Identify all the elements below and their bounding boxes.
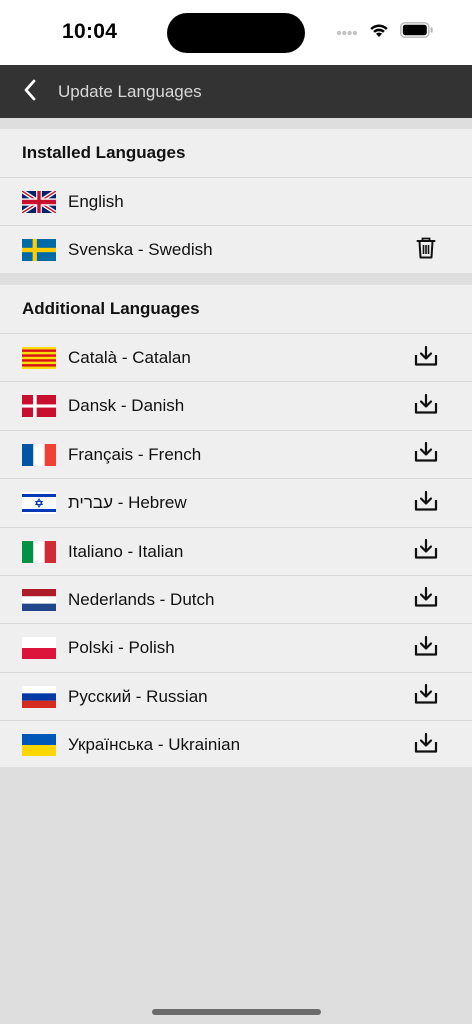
download-language-button[interactable] bbox=[412, 345, 440, 371]
status-icons bbox=[336, 21, 434, 43]
download-language-button[interactable] bbox=[412, 538, 440, 565]
language-label: עברית - Hebrew bbox=[68, 493, 187, 513]
sweden-flag-icon bbox=[22, 239, 56, 261]
trash-icon bbox=[416, 237, 436, 264]
language-label: Русский - Russian bbox=[68, 686, 208, 706]
download-language-button[interactable] bbox=[412, 684, 440, 710]
download-icon bbox=[414, 586, 438, 613]
cellular-signal-icon bbox=[336, 23, 358, 41]
language-label: Italiano - Italian bbox=[68, 541, 184, 561]
status-time: 10:04 bbox=[62, 20, 118, 43]
download-icon bbox=[414, 635, 438, 662]
language-row-polish[interactable]: Polski - Polish bbox=[0, 623, 472, 671]
language-label: Polski - Polish bbox=[68, 638, 175, 658]
catalonia-flag-icon bbox=[22, 347, 56, 369]
language-row-swedish[interactable]: Svenska - Swedish bbox=[0, 225, 472, 273]
download-icon bbox=[414, 683, 438, 710]
dynamic-island bbox=[167, 13, 305, 53]
italy-flag-icon bbox=[22, 540, 56, 563]
download-icon bbox=[414, 345, 438, 372]
navigation-bar: Update Languages bbox=[0, 65, 472, 118]
ukraine-flag-icon bbox=[22, 734, 56, 757]
download-language-button[interactable] bbox=[412, 393, 440, 419]
language-row-russian[interactable]: Русский - Russian bbox=[0, 671, 472, 720]
download-icon bbox=[414, 538, 438, 565]
language-label: Svenska - Swedish bbox=[68, 240, 213, 259]
language-row-english[interactable]: English bbox=[0, 177, 472, 225]
download-language-button[interactable] bbox=[412, 587, 440, 613]
delete-language-button[interactable] bbox=[412, 237, 440, 263]
chevron-left-icon bbox=[23, 79, 37, 106]
back-button[interactable] bbox=[16, 77, 44, 107]
download-icon bbox=[414, 490, 438, 517]
language-label: Français - French bbox=[68, 444, 202, 464]
download-icon bbox=[414, 441, 438, 468]
uk-flag-icon bbox=[22, 191, 56, 213]
installed-languages-section: Installed Languages English Svenska - Sw… bbox=[0, 129, 472, 273]
israel-flag-icon bbox=[22, 492, 56, 515]
section-header-additional: Additional Languages bbox=[22, 299, 200, 318]
status-bar: 10:04 bbox=[0, 0, 472, 65]
language-row-french[interactable]: Français - French bbox=[0, 429, 472, 478]
page-title: Update Languages bbox=[58, 82, 202, 101]
language-label: Nederlands - Dutch bbox=[68, 589, 215, 609]
download-icon bbox=[414, 393, 438, 420]
language-row-danish[interactable]: Dansk - Danish bbox=[0, 381, 472, 429]
language-row-dutch[interactable]: Nederlands - Dutch bbox=[0, 574, 472, 623]
wifi-icon bbox=[368, 22, 390, 43]
download-language-button[interactable] bbox=[412, 635, 440, 661]
language-row-italian[interactable]: Italiano - Italian bbox=[0, 526, 472, 575]
language-row-ukrainian[interactable]: Українська - Ukrainian bbox=[0, 720, 472, 768]
denmark-flag-icon bbox=[22, 395, 56, 418]
language-label: Dansk - Danish bbox=[68, 396, 185, 416]
language-label: Català - Catalan bbox=[68, 348, 191, 367]
download-icon bbox=[414, 732, 438, 759]
battery-icon bbox=[400, 21, 434, 43]
download-language-button[interactable] bbox=[412, 442, 440, 468]
netherlands-flag-icon bbox=[22, 588, 56, 611]
additional-languages-section: Additional Languages Català - Catalan Da… bbox=[0, 285, 472, 767]
section-header-installed: Installed Languages bbox=[22, 143, 186, 162]
language-label: English bbox=[68, 192, 124, 211]
home-indicator[interactable] bbox=[152, 1009, 321, 1015]
russia-flag-icon bbox=[22, 685, 56, 708]
download-language-button[interactable] bbox=[412, 732, 440, 758]
poland-flag-icon bbox=[22, 637, 56, 660]
language-row-hebrew[interactable]: עברית - Hebrew bbox=[0, 478, 472, 526]
language-row-catalan[interactable]: Català - Catalan bbox=[0, 333, 472, 381]
download-language-button[interactable] bbox=[412, 490, 440, 516]
language-label: Українська - Ukrainian bbox=[68, 735, 241, 755]
france-flag-icon bbox=[22, 443, 56, 466]
